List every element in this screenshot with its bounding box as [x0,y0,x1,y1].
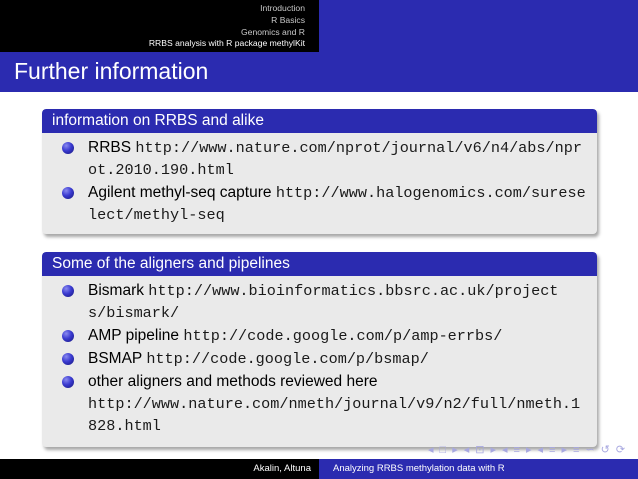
bullet-icon [62,376,74,388]
block-body: Bismark http://www.bioinformatics.bbsrc.… [42,276,597,444]
section-navigation-left: Introduction R Basics Genomics and R RRB… [0,0,319,52]
bullet-icon [62,187,74,199]
item-label: BSMAP [88,350,142,367]
block-body: RRBS http://www.nature.com/nprot/journal… [42,133,597,233]
url-link[interactable]: http://code.google.com/p/bsmap/ [146,350,429,368]
bullet-icon [62,285,74,297]
prev-slide-icon[interactable]: ◂ [428,443,434,457]
block-title: information on RRBS and alike [42,109,597,133]
bullet-icon [62,142,74,154]
footer-authors: Akalin, Altuna [253,463,311,474]
list-item: other aligners and methods reviewed here… [62,371,589,437]
search-icon[interactable]: ∽ [585,443,594,457]
next-slide-icon[interactable]: ▸ [452,443,458,457]
list-item: Bismark http://www.bioinformatics.bbsrc.… [62,280,589,324]
item-label: other aligners and methods reviewed here [88,373,378,390]
list-item: RRBS http://www.nature.com/nprot/journal… [62,137,589,181]
bullet-icon [62,330,74,342]
footer-talk-title: Analyzing RRBS methylation data with R [333,463,505,474]
section-list: Introduction R Basics Genomics and R RRB… [149,3,305,50]
footer: Akalin, Altuna Analyzing RRBS methylatio… [0,459,638,479]
footer-left: Akalin, Altuna [0,459,319,479]
subsection-navigation-right [319,0,638,52]
next-frame-icon[interactable]: ▸ [490,443,496,457]
list-item: AMP pipeline http://code.google.com/p/am… [62,325,589,347]
url-link[interactable]: http://www.bioinformatics.bbsrc.ac.uk/pr… [88,282,558,322]
document-icon[interactable]: ≡ [573,443,579,457]
block-title: Some of the aligners and pipelines [42,252,597,276]
frame-icon[interactable]: ⊡ [475,443,484,457]
section-icon[interactable]: ≡ [549,443,555,457]
item-label: Bismark [88,282,144,299]
list-item: BSMAP http://code.google.com/p/bsmap/ [62,348,589,370]
prev-section-icon[interactable]: ◂ [537,443,543,457]
forward-icon[interactable]: ⟳ [616,443,625,457]
url-link[interactable]: http://code.google.com/p/amp-errbs/ [183,327,502,345]
bullet-icon [62,353,74,365]
list-item: Agilent methyl-seq capture http://www.ha… [62,182,589,226]
prev-subsection-icon[interactable]: ◂ [502,443,508,457]
section-navigation-bar: Introduction R Basics Genomics and R RRB… [0,0,638,52]
subsection-icon[interactable]: ≡ [514,443,520,457]
info-block-rrbs: information on RRBS and alike RRBS http:… [42,109,597,234]
footer-right: Analyzing RRBS methylation data with R [319,459,638,479]
info-block-aligners: Some of the aligners and pipelines Bisma… [42,252,597,447]
prev-frame-icon[interactable]: ◂ [464,443,470,457]
next-subsection-icon[interactable]: ▸ [526,443,532,457]
nav-section-introduction[interactable]: Introduction [149,3,305,15]
nav-section-genomics-and-r[interactable]: Genomics and R [149,27,305,39]
nav-section-r-basics[interactable]: R Basics [149,15,305,27]
nav-section-rrbs-analysis[interactable]: RRBS analysis with R package methylKit [149,38,305,50]
beamer-navigation-symbols: ◂ □ ▸ ◂ ⊡ ▸ ◂ ≡ ▸ ◂ ≡ ▸ ≡ ∽ ↺ ⟳ [428,443,633,457]
item-label: Agilent methyl-seq capture [88,184,272,201]
next-section-icon[interactable]: ▸ [561,443,567,457]
item-label: RRBS [88,139,132,156]
frame-title-bar: Further information [0,52,638,92]
back-icon[interactable]: ↺ [601,443,610,457]
slide-icon[interactable]: □ [440,443,447,457]
page-title: Further information [14,58,209,84]
item-label: AMP pipeline [88,327,180,344]
url-link[interactable]: http://www.nature.com/nprot/journal/v6/n… [88,139,582,179]
url-link[interactable]: http://www.nature.com/nmeth/journal/v9/n… [88,393,589,437]
